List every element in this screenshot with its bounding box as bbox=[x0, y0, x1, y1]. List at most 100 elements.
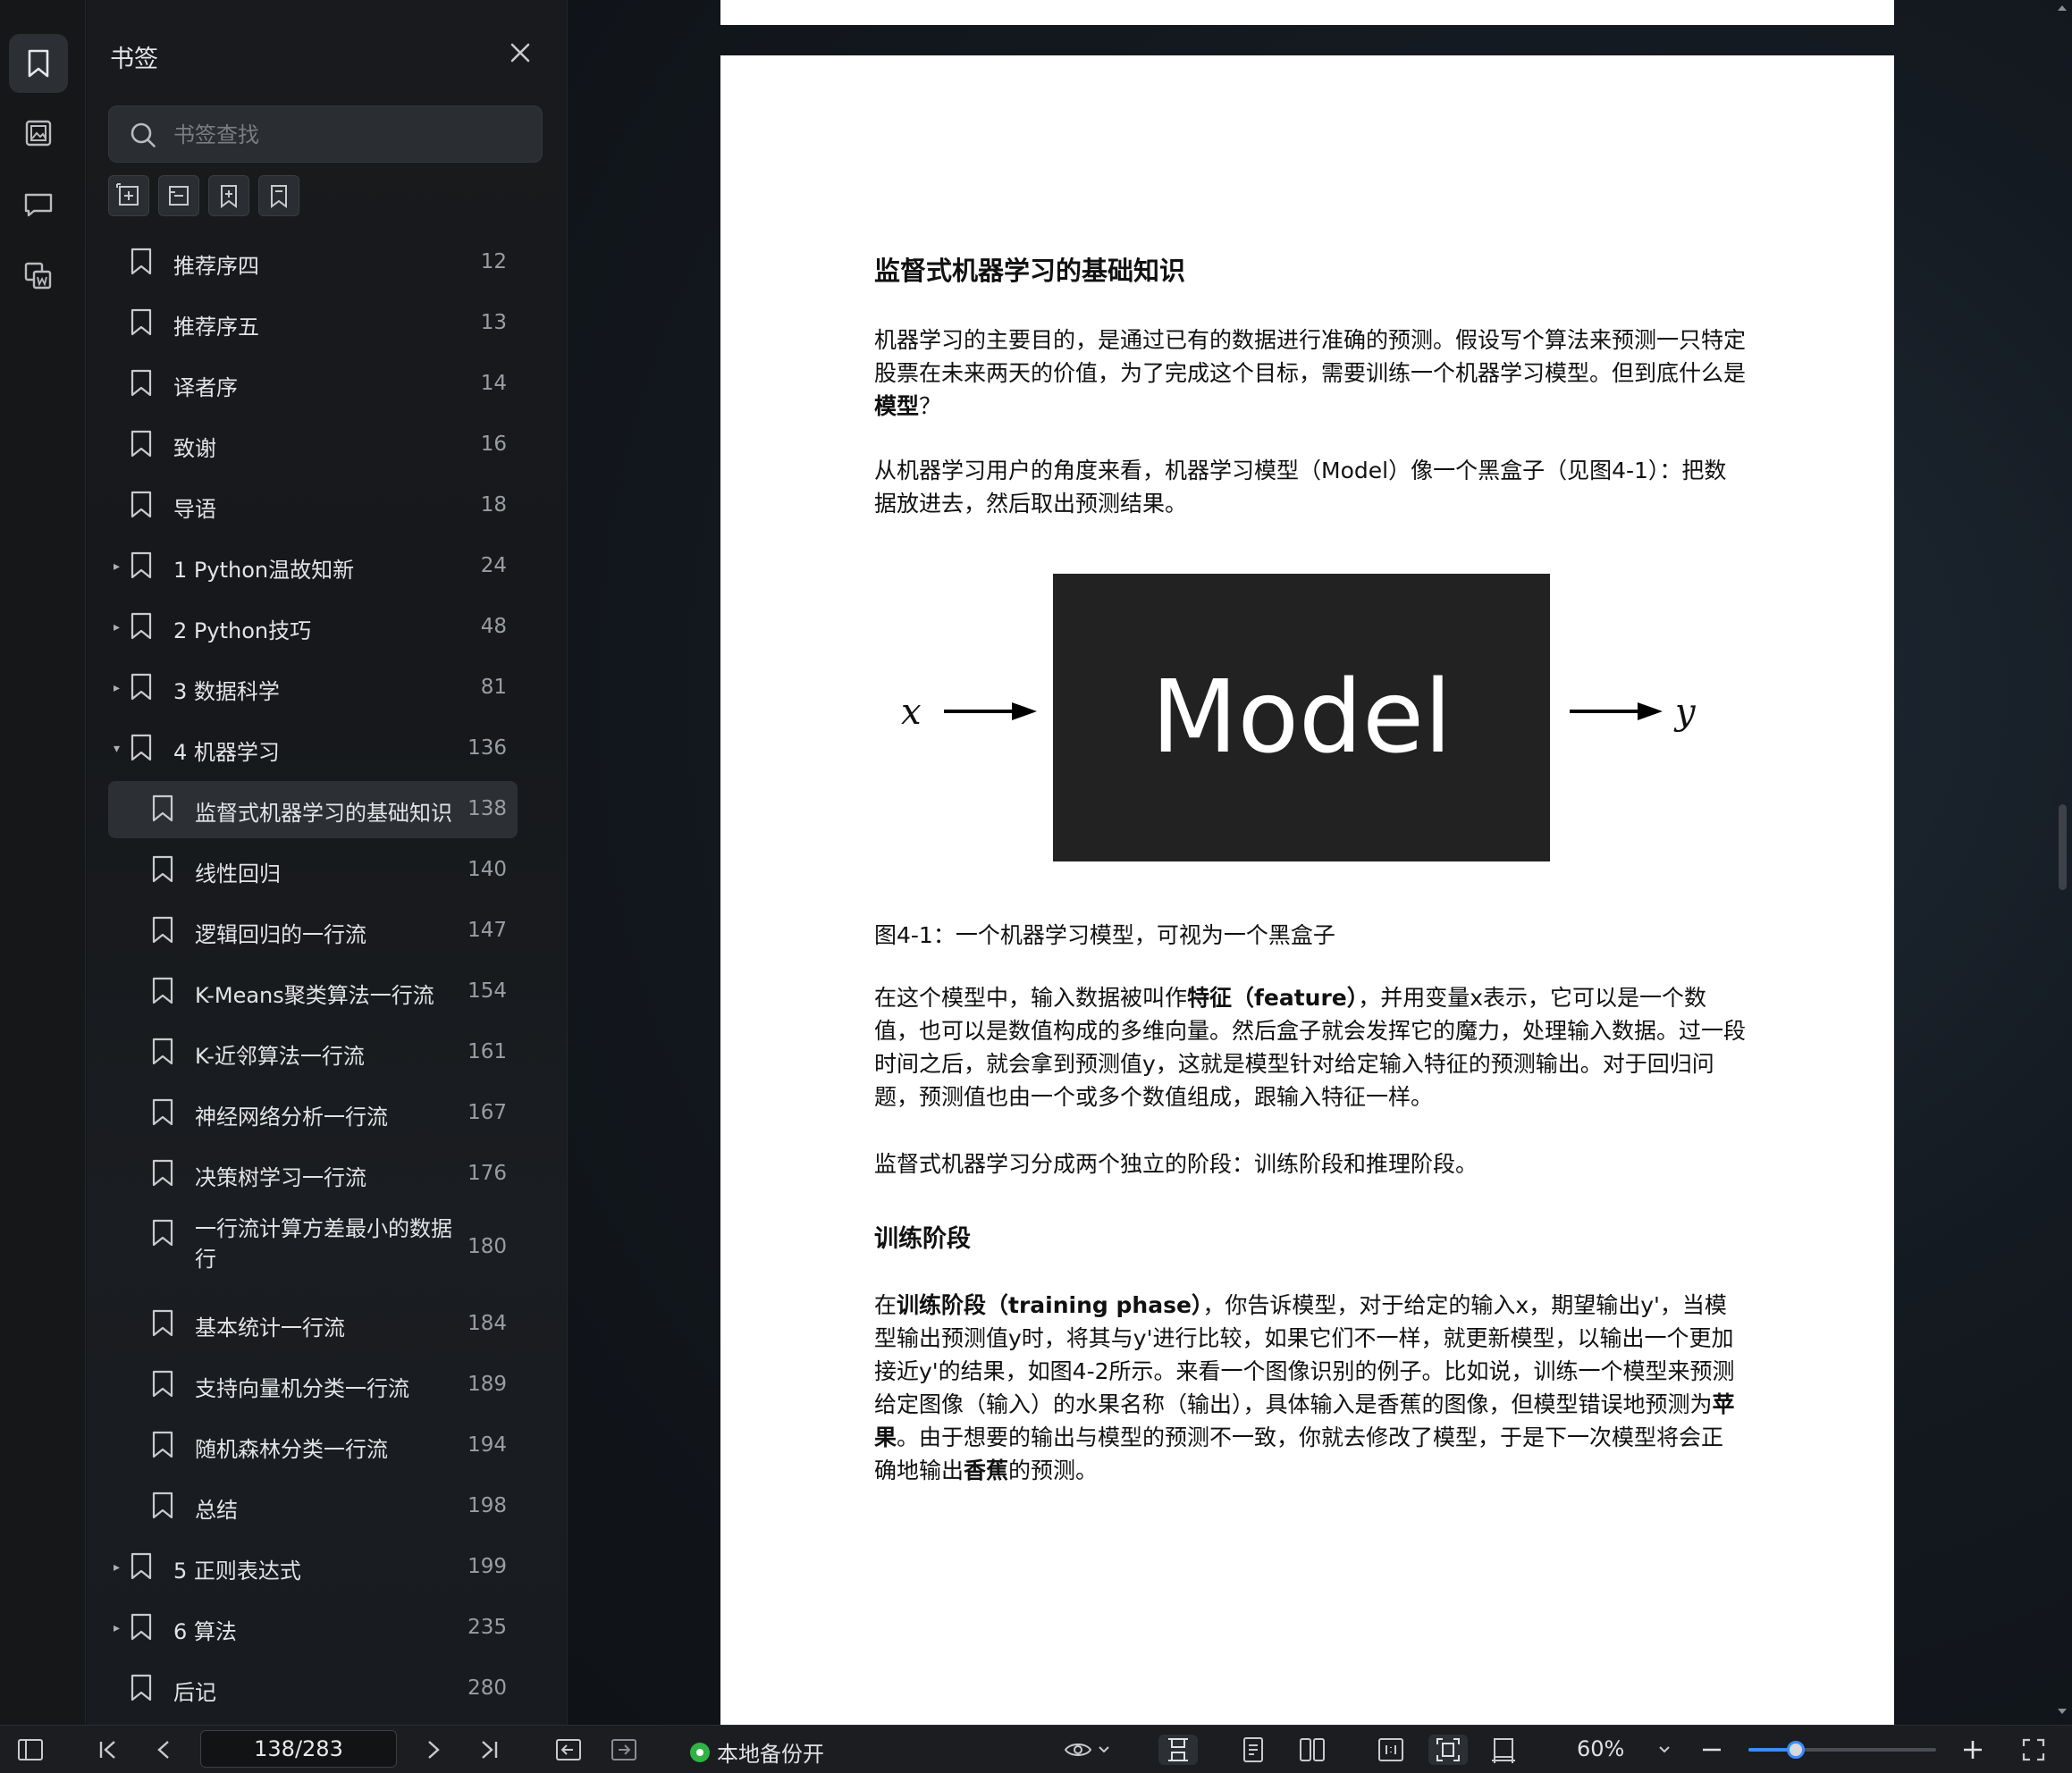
bookmark-item[interactable]: 推荐序四 12 bbox=[87, 232, 552, 293]
bookmark-item[interactable]: 监督式机器学习的基础知识 138 bbox=[87, 779, 552, 840]
actual-size-icon bbox=[1378, 1738, 1403, 1761]
delete-bookmark-button[interactable] bbox=[258, 175, 299, 216]
zoom-level[interactable]: 60% bbox=[1577, 1736, 1624, 1761]
double-page-button[interactable] bbox=[1296, 1735, 1328, 1765]
last-page-button[interactable] bbox=[474, 1735, 504, 1765]
bottom-toolbar: 本地备份开 60% bbox=[0, 1725, 2072, 1773]
view-mode-dropdown[interactable] bbox=[1060, 1735, 1114, 1765]
bookmark-label: K-近邻算法一行流 bbox=[195, 1044, 365, 1069]
bookmark-label: 1 Python温故知新 bbox=[173, 558, 355, 583]
bookmark-page-number: 199 bbox=[467, 1555, 507, 1578]
bookmark-page-number: 140 bbox=[467, 858, 507, 881]
paragraph-1-bold: 模型 bbox=[874, 393, 920, 419]
single-page-button[interactable] bbox=[1237, 1735, 1269, 1765]
fit-width-button[interactable] bbox=[1487, 1735, 1520, 1765]
scroll-down-icon[interactable] bbox=[2057, 1707, 2068, 1716]
bookmark-item[interactable]: 推荐序五 13 bbox=[87, 293, 552, 354]
zoom-dropdown[interactable] bbox=[1654, 1735, 1675, 1765]
fullscreen-button[interactable] bbox=[2018, 1735, 2049, 1765]
expand-caret-icon[interactable]: ▸ bbox=[114, 1619, 124, 1637]
minus-icon bbox=[1703, 1748, 1721, 1752]
bookmark-item[interactable]: 基本统计一行流 184 bbox=[87, 1294, 552, 1355]
fit-width-icon bbox=[1492, 1738, 1515, 1763]
expand-caret-icon[interactable]: ▸ bbox=[114, 618, 124, 636]
bookmark-item[interactable]: K-Means聚类算法一行流 154 bbox=[87, 962, 552, 1022]
bookmark-item[interactable]: 随机森林分类一行流 194 bbox=[87, 1416, 552, 1476]
document-scroll-thumb[interactable] bbox=[2059, 804, 2067, 890]
bookmark-icon bbox=[151, 1370, 174, 1402]
bookmark-item[interactable]: ▾ 4 机器学习 136 bbox=[87, 718, 552, 779]
bookmark-item[interactable]: 后记 280 bbox=[87, 1659, 552, 1719]
forward-icon bbox=[611, 1739, 636, 1760]
comments-panel-button[interactable] bbox=[9, 175, 68, 234]
actual-size-button[interactable] bbox=[1375, 1735, 1407, 1765]
bookmark-icon bbox=[151, 916, 174, 948]
input-arrow-icon bbox=[944, 702, 1037, 720]
bookmark-page-number: 48 bbox=[480, 615, 507, 638]
bookmark-label: 2 Python技巧 bbox=[173, 618, 312, 643]
fit-page-button[interactable] bbox=[1428, 1735, 1468, 1765]
new-bookmark-button[interactable] bbox=[208, 175, 249, 216]
zoom-slider[interactable] bbox=[1748, 1741, 1936, 1759]
next-page-button[interactable] bbox=[420, 1735, 447, 1765]
continuous-scroll-button[interactable] bbox=[1158, 1735, 1198, 1765]
bookmark-icon bbox=[151, 1309, 174, 1341]
bookmark-item[interactable]: 线性回归 140 bbox=[87, 840, 552, 901]
bookmark-search-input[interactable] bbox=[173, 115, 531, 155]
bookmark-label: 译者序 bbox=[173, 375, 238, 400]
thumbnails-panel-button[interactable] bbox=[9, 104, 68, 163]
close-sidebar-button[interactable] bbox=[507, 39, 534, 66]
bookmark-icon bbox=[130, 1552, 153, 1584]
bookmark-item[interactable]: 神经网络分析一行流 167 bbox=[87, 1083, 552, 1144]
bookmarks-panel-button[interactable] bbox=[9, 34, 68, 93]
bookmark-item[interactable]: ▸ 2 Python技巧 48 bbox=[87, 597, 552, 658]
bookmark-item[interactable]: ▸ 1 Python温故知新 24 bbox=[87, 536, 552, 597]
bookmark-item[interactable]: 支持向量机分类一行流 189 bbox=[87, 1355, 552, 1416]
bookmark-item[interactable]: 总结 198 bbox=[87, 1476, 552, 1537]
chevron-down-icon bbox=[1659, 1746, 1670, 1753]
document-scrollbar[interactable] bbox=[2054, 0, 2070, 1725]
bookmark-page-number: 12 bbox=[480, 250, 507, 273]
bookmark-page-number: 14 bbox=[480, 372, 507, 395]
scroll-up-icon[interactable] bbox=[2057, 4, 2068, 13]
bookmark-icon bbox=[151, 1038, 174, 1070]
bookmark-label: 6 算法 bbox=[173, 1619, 237, 1644]
bookmark-icon bbox=[130, 308, 153, 340]
first-page-button[interactable] bbox=[93, 1735, 123, 1765]
zoom-out-button[interactable] bbox=[1698, 1735, 1725, 1765]
bookmark-item[interactable]: ▸ 3 数据科学 81 bbox=[87, 658, 552, 718]
expand-caret-icon[interactable]: ▸ bbox=[114, 679, 124, 697]
sidebar-toggle-icon bbox=[18, 1739, 43, 1760]
bookmark-label: 总结 bbox=[195, 1498, 238, 1523]
bookmark-item[interactable]: ▸ 5 正则表达式 199 bbox=[87, 1537, 552, 1598]
page-number-input[interactable] bbox=[200, 1730, 397, 1768]
bookmark-item[interactable]: 译者序 14 bbox=[87, 354, 552, 415]
bookmark-item[interactable]: 决策树学习一行流 176 bbox=[87, 1144, 552, 1205]
collapse-all-button[interactable] bbox=[158, 175, 199, 216]
bookmark-toolbar bbox=[108, 175, 299, 216]
bookmark-page-number: 184 bbox=[467, 1312, 507, 1335]
zoom-in-button[interactable] bbox=[1959, 1735, 1986, 1765]
bookmark-list: 推荐序四 12 推荐序五 13 译者序 14 致谢 16 导语 18 ▸ 1 Python温故知新 24… bbox=[87, 232, 552, 1719]
bookmark-icon bbox=[151, 1159, 174, 1191]
bookmark-item[interactable]: 一行流计算方差最小的数据行 180 bbox=[87, 1205, 552, 1294]
bookmark-item[interactable]: 致谢 16 bbox=[87, 415, 552, 475]
bookmark-item[interactable]: ▸ 6 算法 235 bbox=[87, 1598, 552, 1659]
toggle-sidebar-button[interactable] bbox=[14, 1735, 46, 1765]
expand-caret-icon[interactable]: ▾ bbox=[114, 740, 124, 758]
bookmark-page-number: 198 bbox=[467, 1494, 507, 1517]
extract-panel-button[interactable] bbox=[9, 247, 68, 306]
go-back-button[interactable] bbox=[552, 1735, 585, 1765]
local-backup-toggle[interactable]: 本地备份开 bbox=[690, 1736, 824, 1768]
bookmark-item[interactable]: K-近邻算法一行流 161 bbox=[87, 1022, 552, 1083]
bookmark-item[interactable]: 导语 18 bbox=[87, 475, 552, 536]
previous-page-button[interactable] bbox=[150, 1735, 177, 1765]
bookmark-item[interactable]: 逻辑回归的一行流 147 bbox=[87, 901, 552, 962]
expand-caret-icon[interactable]: ▸ bbox=[114, 1559, 124, 1576]
zoom-slider-handle[interactable] bbox=[1786, 1741, 1805, 1759]
bookmark-icon bbox=[151, 1098, 174, 1130]
document-viewport[interactable]: 监督式机器学习的基础知识 机器学习的主要目的，是通过已有的数据进行准确的预测。假… bbox=[569, 0, 2072, 1725]
expand-caret-icon[interactable]: ▸ bbox=[114, 558, 124, 576]
add-bookmark-button[interactable] bbox=[108, 175, 149, 216]
go-forward-button[interactable] bbox=[608, 1735, 640, 1765]
